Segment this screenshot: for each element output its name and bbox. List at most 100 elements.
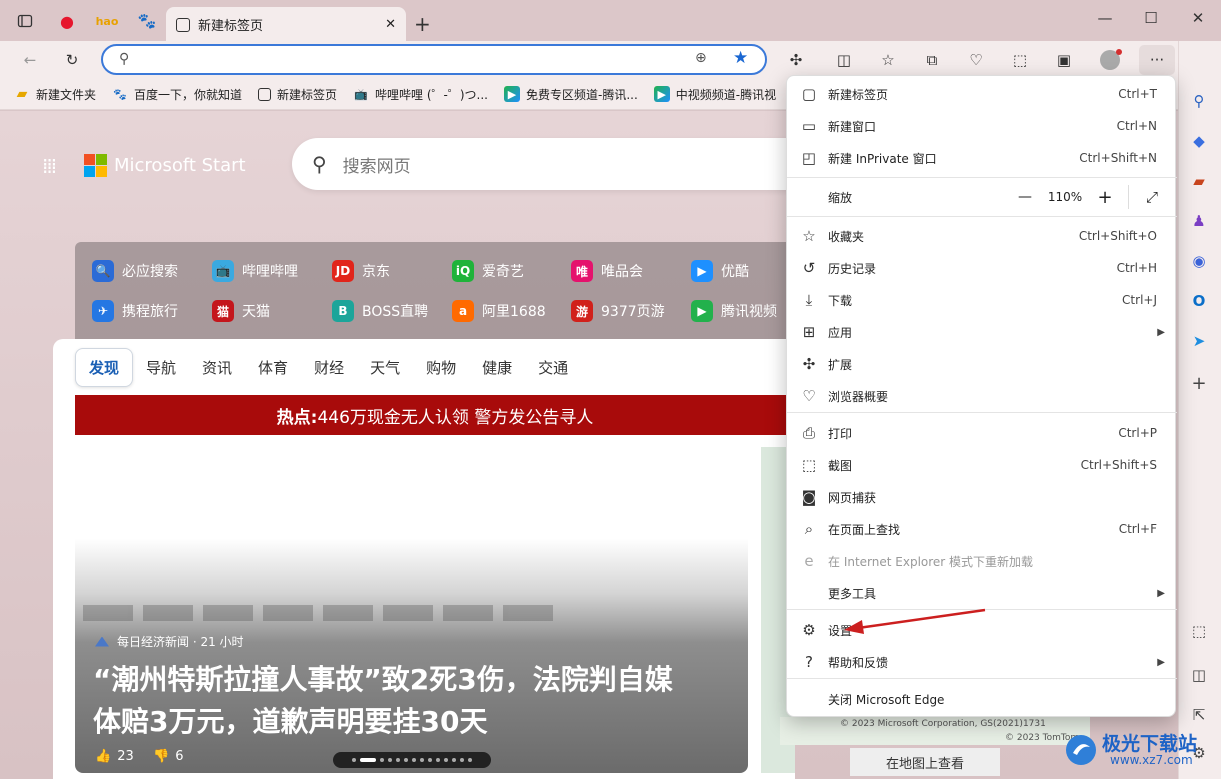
news-card[interactable]: 每日经济新闻 · 21 小时 “潮州特斯拉撞人事故”致2死3伤，法院判自媒 体赔… xyxy=(75,447,748,773)
favorite-item[interactable]: 🐾 百度一下，你就知道 xyxy=(112,86,242,103)
menu-item-find[interactable]: ⌕ 在页面上查找 Ctrl+F xyxy=(787,513,1177,545)
sidebar-screenshot-icon[interactable]: ⬚ xyxy=(1186,618,1212,644)
fullscreen-icon[interactable]: ⤢ xyxy=(1137,188,1167,206)
settings-and-more-button[interactable]: ··· xyxy=(1139,45,1175,75)
sidebar-search-icon[interactable]: ⚲ xyxy=(1186,88,1212,114)
feed-tab[interactable]: 体育 xyxy=(245,349,301,386)
screenshot-toolbar-icon[interactable]: ⬚ xyxy=(1006,47,1034,73)
menu-item-extensions[interactable]: ✣ 扩展 xyxy=(787,348,1177,380)
sidebar-office-icon[interactable]: ◉ xyxy=(1186,248,1212,274)
menu-item-apps[interactable]: ⊞ 应用 ▶ xyxy=(787,316,1177,348)
hot-news-banner[interactable]: 热点: 446万现金无人认领 警方发公告寻人 xyxy=(75,395,795,435)
quick-link[interactable]: iQ 爱奇艺 xyxy=(452,260,524,282)
favorite-item[interactable]: 新建标签页 xyxy=(258,86,337,103)
quick-link[interactable]: ✈ 携程旅行 xyxy=(92,300,178,322)
ie-icon: e xyxy=(804,552,814,570)
quick-link[interactable]: 游 9377页游 xyxy=(571,300,665,322)
feed-tab[interactable]: 资讯 xyxy=(189,349,245,386)
minimize-button[interactable]: — xyxy=(1087,6,1123,30)
back-button[interactable]: ← xyxy=(16,47,44,73)
split-screen-icon[interactable]: ◫ xyxy=(830,47,858,73)
feed-tab[interactable]: 发现 xyxy=(75,348,134,387)
extensions-toolbar-icon[interactable]: ✣ xyxy=(782,47,810,73)
feed-tab[interactable]: 交通 xyxy=(525,349,581,386)
menu-item-item18[interactable]: 关闭 Microsoft Edge xyxy=(787,683,1177,715)
sidebar-add-icon[interactable]: + xyxy=(1186,370,1212,396)
news-headline[interactable]: “潮州特斯拉撞人事故”致2死3伤，法院判自媒 体赔3万元，道歉声明要挂30天 xyxy=(93,659,673,743)
like-button[interactable]: 👍 23 xyxy=(95,749,134,764)
favorite-item[interactable]: ▶ 中视频频道-腾讯视 xyxy=(653,86,776,103)
sidebar-shopping-icon[interactable]: ◆ xyxy=(1186,128,1212,154)
sidebar-tools-icon[interactable]: ▰ xyxy=(1186,168,1212,194)
quick-link[interactable]: 📺 哔哩哔哩 xyxy=(212,260,298,282)
zoom-out-button[interactable]: — xyxy=(1010,189,1040,205)
app-launcher-icon[interactable]: ⁞⁞⁞ xyxy=(42,154,57,178)
favorite-item[interactable]: ▰ 新建文件夹 xyxy=(14,86,96,103)
menu-item-history[interactable]: ↺ 历史记录 Ctrl+H xyxy=(787,252,1177,284)
favorite-star-icon[interactable]: ★ xyxy=(733,48,748,68)
new-tab-icon: ▢ xyxy=(801,85,817,103)
page-search-box[interactable]: ⚲ 搜索网页 xyxy=(292,138,812,190)
microsoft-start-logo[interactable]: Microsoft Start xyxy=(84,154,246,177)
sidebar-outlook-icon[interactable]: O xyxy=(1186,288,1212,314)
menu-item-print[interactable]: ⎙ 打印 Ctrl+P xyxy=(787,417,1177,449)
menu-zoom-row: 缩放 — 110% + ⤢ xyxy=(787,181,1177,213)
close-window-button[interactable]: ✕ xyxy=(1180,6,1216,30)
menu-item-browser-essentials[interactable]: ♡ 浏览器概要 xyxy=(787,380,1177,412)
sidebar-games-icon[interactable]: ♟ xyxy=(1186,208,1212,234)
sidebar-send-icon[interactable]: ➤ xyxy=(1186,328,1212,354)
collections-icon[interactable]: ⧉ xyxy=(918,47,946,73)
menu-item-help[interactable]: ? 帮助和反馈 ▶ xyxy=(787,646,1177,678)
favorite-item[interactable]: 📺 哔哩哔哩 (゜-゜)つ... xyxy=(353,86,488,103)
quick-link[interactable]: 猫天猫 xyxy=(212,300,270,322)
zoom-in-button[interactable]: + xyxy=(1090,187,1120,208)
close-tab-icon[interactable]: ✕ xyxy=(385,17,396,32)
menu-item-label: 下载 xyxy=(828,293,853,308)
menu-item-label: 浏览器概要 xyxy=(828,389,889,404)
feed-tab[interactable]: 健康 xyxy=(469,349,525,386)
quick-link[interactable]: 🔍 必应搜索 xyxy=(92,260,178,282)
menu-item-shortcut: Ctrl+H xyxy=(1116,261,1157,275)
tab-active[interactable]: 新建标签页 ✕ xyxy=(166,7,406,42)
sidebar-toggle-icon[interactable]: ▣ xyxy=(1050,47,1078,73)
quick-link-label: 腾讯视频 xyxy=(721,304,777,320)
zoom-icon[interactable]: ⊕ xyxy=(695,50,707,66)
feed-tab[interactable]: 导航 xyxy=(133,349,189,386)
menu-item-download[interactable]: ⤓ 下载 Ctrl+J xyxy=(787,284,1177,316)
menu-item-inprivate[interactable]: ◰ 新建 InPrivate 窗口 Ctrl+Shift+N xyxy=(787,142,1177,174)
menu-item-label: 帮助和反馈 xyxy=(828,655,889,670)
menu-item-favorites[interactable]: ☆ 收藏夹 Ctrl+Shift+O xyxy=(787,220,1177,252)
sidebar-hide-icon[interactable]: ◫ xyxy=(1186,662,1212,688)
weibo-tab-icon[interactable]: ● xyxy=(56,10,78,32)
browser-essentials-toolbar-icon[interactable]: ♡ xyxy=(962,47,990,73)
menu-item-new-tab[interactable]: ▢ 新建标签页 Ctrl+T xyxy=(787,78,1177,110)
refresh-button[interactable]: ↻ xyxy=(58,47,86,73)
view-on-map-link[interactable]: 在地图上查看 xyxy=(850,748,1000,776)
menu-item-web-capture[interactable]: ◙ 网页捕获 xyxy=(787,481,1177,513)
feed-tab[interactable]: 财经 xyxy=(301,349,357,386)
quick-link[interactable]: ▶ 优酷 xyxy=(691,260,749,282)
quick-link[interactable]: a 阿里1688 xyxy=(452,300,546,322)
menu-item-settings[interactable]: ⚙ 设置 xyxy=(787,614,1177,646)
menu-item-new-window[interactable]: ▭ 新建窗口 Ctrl+N xyxy=(787,110,1177,142)
new-tab-button[interactable]: + xyxy=(414,12,431,36)
carousel-indicator[interactable] xyxy=(333,752,491,768)
quick-link[interactable]: JD 京东 xyxy=(332,260,390,282)
hao-tab-icon[interactable]: hao xyxy=(96,10,119,32)
tab-actions-icon[interactable] xyxy=(14,10,36,32)
baidu-tab-icon[interactable]: 🐾 xyxy=(136,10,158,32)
quick-link[interactable]: ▶ 腾讯视频 xyxy=(691,300,777,322)
favorite-item[interactable]: ▶ 免费专区频道-腾讯... xyxy=(504,86,638,103)
dislike-button[interactable]: 👎 6 xyxy=(153,749,183,764)
feed-tab[interactable]: 购物 xyxy=(413,349,469,386)
menu-item-item15[interactable]: 更多工具 ▶ xyxy=(787,577,1177,609)
sidebar-external-icon[interactable]: ⇱ xyxy=(1186,702,1212,728)
menu-item-screenshot[interactable]: ⬚ 截图 Ctrl+Shift+S xyxy=(787,449,1177,481)
feed-tabs: 发现 导航 资讯 体育 财经 天气 购物 健康 交通 xyxy=(75,348,581,387)
address-bar[interactable]: ⚲ ⊕ ★ xyxy=(101,44,767,75)
favorites-toolbar-icon[interactable]: ☆ xyxy=(874,47,902,73)
feed-tab[interactable]: 天气 xyxy=(357,349,413,386)
quick-link[interactable]: B BOSS直聘 xyxy=(332,300,428,322)
maximize-button[interactable]: ☐ xyxy=(1133,6,1169,30)
quick-link[interactable]: 唯唯品会 xyxy=(571,260,643,282)
